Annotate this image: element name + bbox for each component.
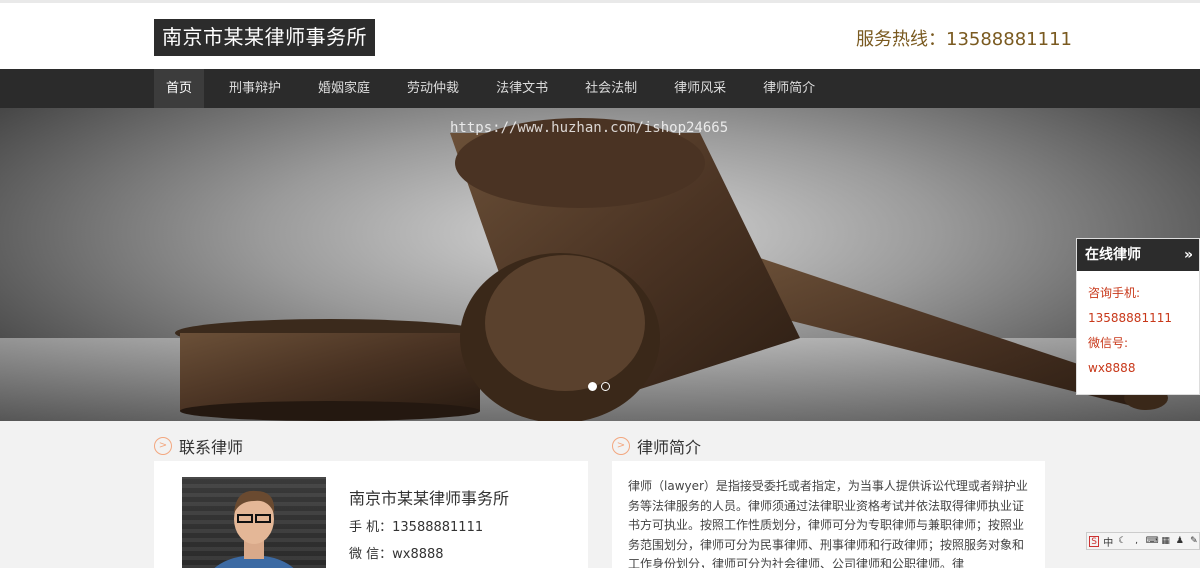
wrench-icon[interactable]: ✎: [1189, 536, 1199, 547]
site-logo[interactable]: 南京市某某律师事务所: [154, 19, 375, 56]
contact-phone: 手 机：13588881111: [349, 520, 484, 535]
nav-item-5[interactable]: 法律文书: [484, 69, 560, 108]
double-chevron-right-icon[interactable]: »: [1184, 239, 1193, 271]
sound-block-side: [180, 333, 480, 411]
banner-watermark: https://www.huzhan.com/ishop24665: [450, 120, 729, 136]
lawyer-photo: [182, 477, 326, 568]
gavel-image: [0, 118, 1200, 421]
moon-icon[interactable]: ☾: [1117, 536, 1127, 547]
nav-item-4[interactable]: 劳动仲裁: [395, 69, 471, 108]
ime-logo-icon[interactable]: S: [1089, 535, 1100, 547]
intro-text: 律师（lawyer）是指接受委托或者指定，为当事人提供诉讼代理或者辩护业务等法律…: [628, 479, 1028, 568]
carousel-dots: [588, 382, 610, 391]
online-lawyer-body: 咨询手机: 13588881111 微信号: wx8888: [1077, 271, 1199, 391]
user-icon[interactable]: ♟: [1175, 536, 1185, 547]
consult-phone[interactable]: 13588881111: [1088, 306, 1188, 331]
intro-title-text: 律师简介: [637, 438, 702, 457]
intro-box: 律师（lawyer）是指接受委托或者指定，为当事人提供诉讼代理或者辩护业务等法律…: [612, 461, 1045, 568]
main-nav: 首页 刑事辩护 婚姻家庭 劳动仲裁 法律文书 社会法制 律师风采 律师简介: [0, 69, 1200, 108]
ime-toolbar: S 中 ☾ , ⌨ ▦ ♟ ✎: [1086, 532, 1200, 550]
online-lawyer-header[interactable]: 在线律师 »: [1077, 239, 1199, 271]
nav-item-2[interactable]: 刑事辩护: [217, 69, 293, 108]
lawyer-portrait: [214, 490, 294, 568]
wechat-id[interactable]: wx8888: [1088, 356, 1188, 381]
nav-item-7[interactable]: 律师风采: [662, 69, 738, 108]
online-lawyer-title: 在线律师: [1085, 247, 1141, 263]
contact-section-title: > 联系律师: [154, 434, 243, 458]
sound-block-bottom: [180, 401, 480, 421]
service-hotline: 服务热线：13588881111: [856, 29, 1072, 50]
punctuation-icon[interactable]: ,: [1131, 536, 1141, 547]
contact-box: 南京市某某律师事务所 手 机：13588881111 微 信：wx8888: [154, 461, 588, 568]
carousel-dot-2[interactable]: [601, 382, 610, 391]
contact-title-text: 联系律师: [179, 438, 244, 457]
keyboard-icon[interactable]: ⌨: [1146, 536, 1159, 547]
carousel-dot-1[interactable]: [588, 382, 597, 391]
wechat-label: 微信号:: [1088, 336, 1129, 350]
nav-item-1[interactable]: 首页: [154, 69, 205, 108]
contact-firm-name: 南京市某某律师事务所: [349, 489, 510, 508]
nav-item-8[interactable]: 律师简介: [751, 69, 827, 108]
ime-language[interactable]: 中: [1103, 534, 1113, 549]
consult-phone-label: 咨询手机:: [1088, 286, 1141, 300]
gavel-head-ring: [485, 255, 645, 391]
intro-section-title: > 律师简介: [612, 434, 701, 458]
hero-banner: https://www.huzhan.com/ishop24665: [0, 108, 1200, 421]
nav-item-6[interactable]: 社会法制: [573, 69, 649, 108]
nav-list: 首页 刑事辩护 婚姻家庭 劳动仲裁 法律文书 社会法制 律师风采 律师简介: [154, 69, 840, 108]
grid-icon[interactable]: ▦: [1161, 536, 1171, 547]
chevron-circle-icon: >: [154, 437, 172, 455]
nav-item-3[interactable]: 婚姻家庭: [306, 69, 382, 108]
online-lawyer-panel: 在线律师 » 咨询手机: 13588881111 微信号: wx8888: [1076, 238, 1200, 395]
contact-wechat: 微 信：wx8888: [349, 547, 444, 562]
chevron-circle-icon: >: [612, 437, 630, 455]
site-header: 南京市某某律师事务所 服务热线：13588881111: [0, 3, 1200, 69]
